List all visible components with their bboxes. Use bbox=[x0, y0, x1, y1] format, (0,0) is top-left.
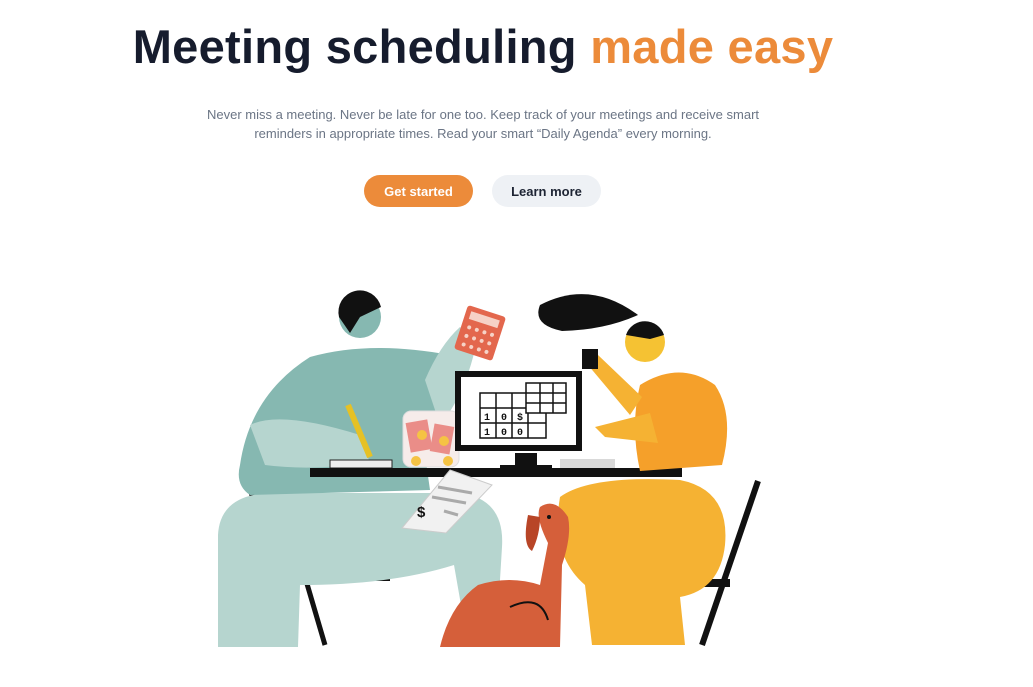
monitor-cell-5: 0 bbox=[501, 428, 507, 439]
monitor-cell-1: 1 bbox=[484, 413, 490, 424]
get-started-button[interactable]: Get started bbox=[364, 175, 473, 207]
hero-subtitle: Never miss a meeting. Never be late for … bbox=[206, 107, 760, 141]
monitor-cell-6: 0 bbox=[517, 428, 523, 439]
hero-title: Meeting scheduling made easy bbox=[0, 18, 966, 76]
left-chair-leg-2 bbox=[302, 576, 328, 646]
learn-more-button[interactable]: Learn more bbox=[492, 175, 601, 207]
monitor-cell-3: $ bbox=[517, 412, 523, 424]
phone-icon bbox=[582, 349, 598, 369]
monitor-icon: 1 0 $ 1 0 0 bbox=[455, 371, 582, 470]
money-jar-icon bbox=[402, 410, 460, 468]
right-person-legs bbox=[557, 479, 726, 645]
hero-title-accent: made easy bbox=[590, 20, 834, 73]
speech-bubble-icon bbox=[538, 294, 638, 331]
monitor-cell-4: 1 bbox=[484, 428, 490, 439]
right-keyboard bbox=[560, 459, 615, 468]
left-keyboard bbox=[329, 459, 393, 469]
monitor-cell-2: 0 bbox=[501, 413, 507, 424]
receipt-dollar-symbol: $ bbox=[417, 504, 426, 521]
meeting-scheduling-illustration: 1 0 $ 1 0 0 $ bbox=[218, 290, 761, 647]
hero-title-main: Meeting scheduling bbox=[132, 20, 577, 73]
right-person-arm bbox=[595, 413, 658, 443]
desk bbox=[310, 468, 682, 477]
